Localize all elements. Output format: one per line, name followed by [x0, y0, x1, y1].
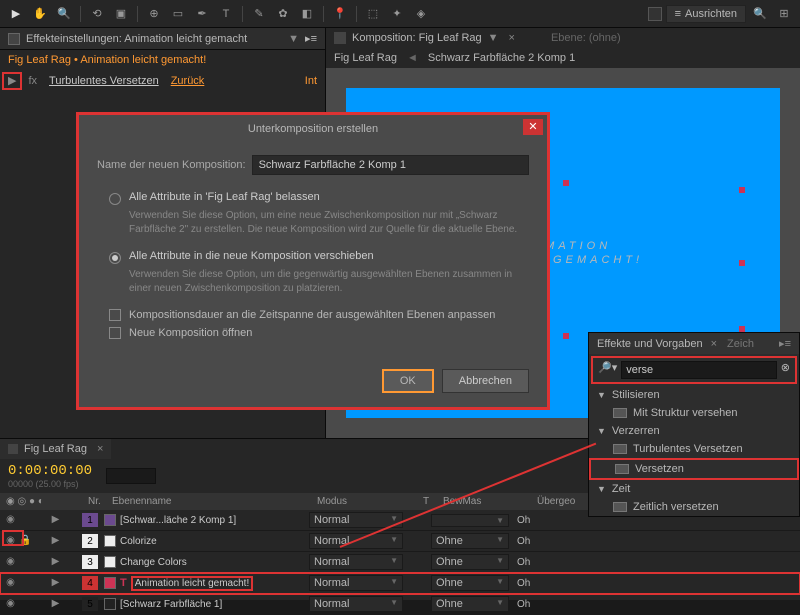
panel-icon [334, 32, 346, 44]
option-1-description: Verwenden Sie diese Option, um eine neue… [129, 209, 529, 236]
radio-icon [109, 252, 121, 264]
category-stilisieren[interactable]: ▼Stilisieren [589, 386, 799, 404]
snap-checkbox[interactable] [648, 7, 662, 21]
close-icon[interactable]: × [97, 443, 103, 455]
track-matte-dropdown[interactable]: ▼ [431, 514, 509, 527]
adjust-duration-checkbox[interactable]: Kompositionsdauer an die Zeitspanne der … [109, 309, 529, 321]
blend-mode-dropdown[interactable]: Normal▼ [309, 596, 403, 612]
annotation-box [2, 72, 22, 90]
layer-tab[interactable]: Ebene: (ohne) [551, 32, 621, 44]
pin-tool-icon[interactable]: 📍 [330, 4, 350, 24]
char-panel-tab[interactable]: Zeich [727, 338, 754, 350]
track-matte-dropdown[interactable]: Ohne▼ [431, 554, 509, 570]
close-icon[interactable]: × [509, 32, 515, 44]
camera-tool-icon[interactable]: ▣ [111, 4, 131, 24]
shape-tool-icon[interactable]: ▭ [168, 4, 188, 24]
effect-row[interactable]: ▶ fx Turbulentes Versetzen Zurück Int [0, 70, 325, 91]
cancel-button[interactable]: Abbrechen [442, 369, 529, 393]
pen-tool-icon[interactable]: ✒ [192, 4, 212, 24]
checkbox-icon [109, 309, 121, 321]
effect-item[interactable]: Mit Struktur versehen [589, 404, 799, 422]
timeline-search[interactable] [106, 468, 156, 484]
align-icon: ≡ [675, 8, 681, 20]
panel-icon [8, 444, 18, 454]
effect-icon [613, 502, 627, 512]
panel-menu-icon[interactable]: ▸≡ [779, 337, 791, 350]
local-axis-icon[interactable]: ⬚ [363, 4, 383, 24]
view-axis-icon[interactable]: ◈ [411, 4, 431, 24]
anchor-tool-icon[interactable]: ⊕ [144, 4, 164, 24]
grid-icon[interactable]: ⊞ [774, 4, 794, 24]
text-tool-icon[interactable]: T [216, 4, 236, 24]
timeline-tab[interactable]: Fig Leaf Rag × [0, 439, 111, 459]
chevron-down-icon[interactable]: ▼ [288, 33, 299, 45]
track-matte-dropdown[interactable]: Ohne▼ [431, 533, 509, 549]
timeline-layer-row[interactable]: ◉▶ 5 [Schwarz Farbfläche 1] Normal▼ Ohne… [0, 594, 800, 615]
blend-mode-dropdown[interactable]: Normal▼ [309, 575, 403, 591]
effects-presets-panel: Effekte und Vorgaben × Zeich ▸≡ 🔎▾ ⊗ ▼St… [588, 332, 800, 517]
effect-item[interactable]: Turbulentes Versetzen [589, 440, 799, 458]
dialog-title: Unterkomposition erstellen ✕ [79, 115, 547, 141]
composition-name-input[interactable] [252, 155, 529, 175]
brush-tool-icon[interactable]: ✎ [249, 4, 269, 24]
timeline-layer-row[interactable]: ◉▶ 3 Change Colors Normal▼ Ohne▼ Oh [0, 552, 800, 573]
radio-icon [109, 193, 121, 205]
track-matte-dropdown[interactable]: Ohne▼ [431, 596, 509, 612]
ok-button[interactable]: OK↖ [382, 369, 434, 393]
effect-reset[interactable]: Zurück [171, 75, 205, 87]
effect-icon [615, 464, 629, 474]
blend-mode-dropdown[interactable]: Normal▼ [309, 554, 403, 570]
open-new-comp-checkbox[interactable]: Neue Komposition öffnen [109, 327, 529, 339]
frame-rate: 00000 (25.00 fps) [8, 479, 92, 489]
current-time[interactable]: 0:00:00:00 [8, 463, 92, 479]
effects-search-input[interactable] [621, 361, 777, 379]
name-label: Name der neuen Komposition: [97, 159, 246, 171]
effects-search-row: 🔎▾ ⊗ [591, 356, 797, 384]
search-icon: 🔎▾ [598, 361, 617, 379]
effect-name[interactable]: Turbulentes Versetzen [49, 75, 159, 87]
clear-search-icon[interactable]: ⊗ [781, 361, 790, 379]
effect-controls-tab[interactable]: Effekteinstellungen: Animation leicht ge… [0, 28, 325, 50]
world-axis-icon[interactable]: ✦ [387, 4, 407, 24]
precompose-dialog: Unterkomposition erstellen ✕ Name der ne… [76, 112, 550, 410]
search-icon[interactable]: 🔍 [750, 4, 770, 24]
option-2-description: Verwenden Sie diese Option, um die gegen… [129, 268, 529, 295]
effects-panel-tab[interactable]: Effekte und Vorgaben [597, 338, 703, 350]
close-button[interactable]: ✕ [523, 119, 543, 135]
align-button[interactable]: ≡Ausrichten [666, 5, 746, 23]
timeline-layer-row[interactable]: ◉🔒▶ 2 Colorize Normal▼ Ohne▼ Oh [0, 531, 800, 552]
effect-item-versetzen[interactable]: Versetzen [589, 458, 799, 480]
track-matte-dropdown[interactable]: Ohne▼ [431, 575, 509, 591]
panel-menu-icon[interactable]: ▸≡ [305, 32, 317, 45]
effect-icon [613, 408, 627, 418]
main-toolbar: ▶ ✋ 🔍 ⟲ ▣ ⊕ ▭ ✒ T ✎ ✿ ◧ 📍 ⬚ ✦ ◈ ≡Ausrich… [0, 0, 800, 28]
panel-icon [8, 33, 20, 45]
timeline-layer-row[interactable]: ◉▶ 4 TAnimation leicht gemacht! Normal▼ … [0, 573, 800, 594]
option-leave-attributes[interactable]: Alle Attribute in 'Fig Leaf Rag' belasse… [109, 191, 529, 205]
eraser-tool-icon[interactable]: ◧ [297, 4, 317, 24]
effect-item[interactable]: Zeitlich versetzen [589, 498, 799, 516]
comp-tab[interactable]: Komposition: Fig Leaf Rag [352, 32, 482, 44]
effect-icon [613, 444, 627, 454]
comp-breadcrumb: Fig Leaf Rag ◄ Schwarz Farbfläche 2 Komp… [326, 48, 800, 68]
category-verzerren[interactable]: ▼Verzerren [589, 422, 799, 440]
checkbox-icon [109, 327, 121, 339]
rotate-tool-icon[interactable]: ⟲ [87, 4, 107, 24]
zoom-tool-icon[interactable]: 🔍 [54, 4, 74, 24]
category-zeit[interactable]: ▼Zeit [589, 480, 799, 498]
effect-breadcrumb: Fig Leaf Rag • Animation leicht gemacht! [0, 50, 325, 70]
close-icon[interactable]: × [711, 338, 717, 350]
selection-tool-icon[interactable]: ▶ [6, 4, 26, 24]
annotation-box [2, 530, 24, 546]
hand-tool-icon[interactable]: ✋ [30, 4, 50, 24]
stamp-tool-icon[interactable]: ✿ [273, 4, 293, 24]
option-move-attributes[interactable]: Alle Attribute in die neue Komposition v… [109, 250, 529, 264]
